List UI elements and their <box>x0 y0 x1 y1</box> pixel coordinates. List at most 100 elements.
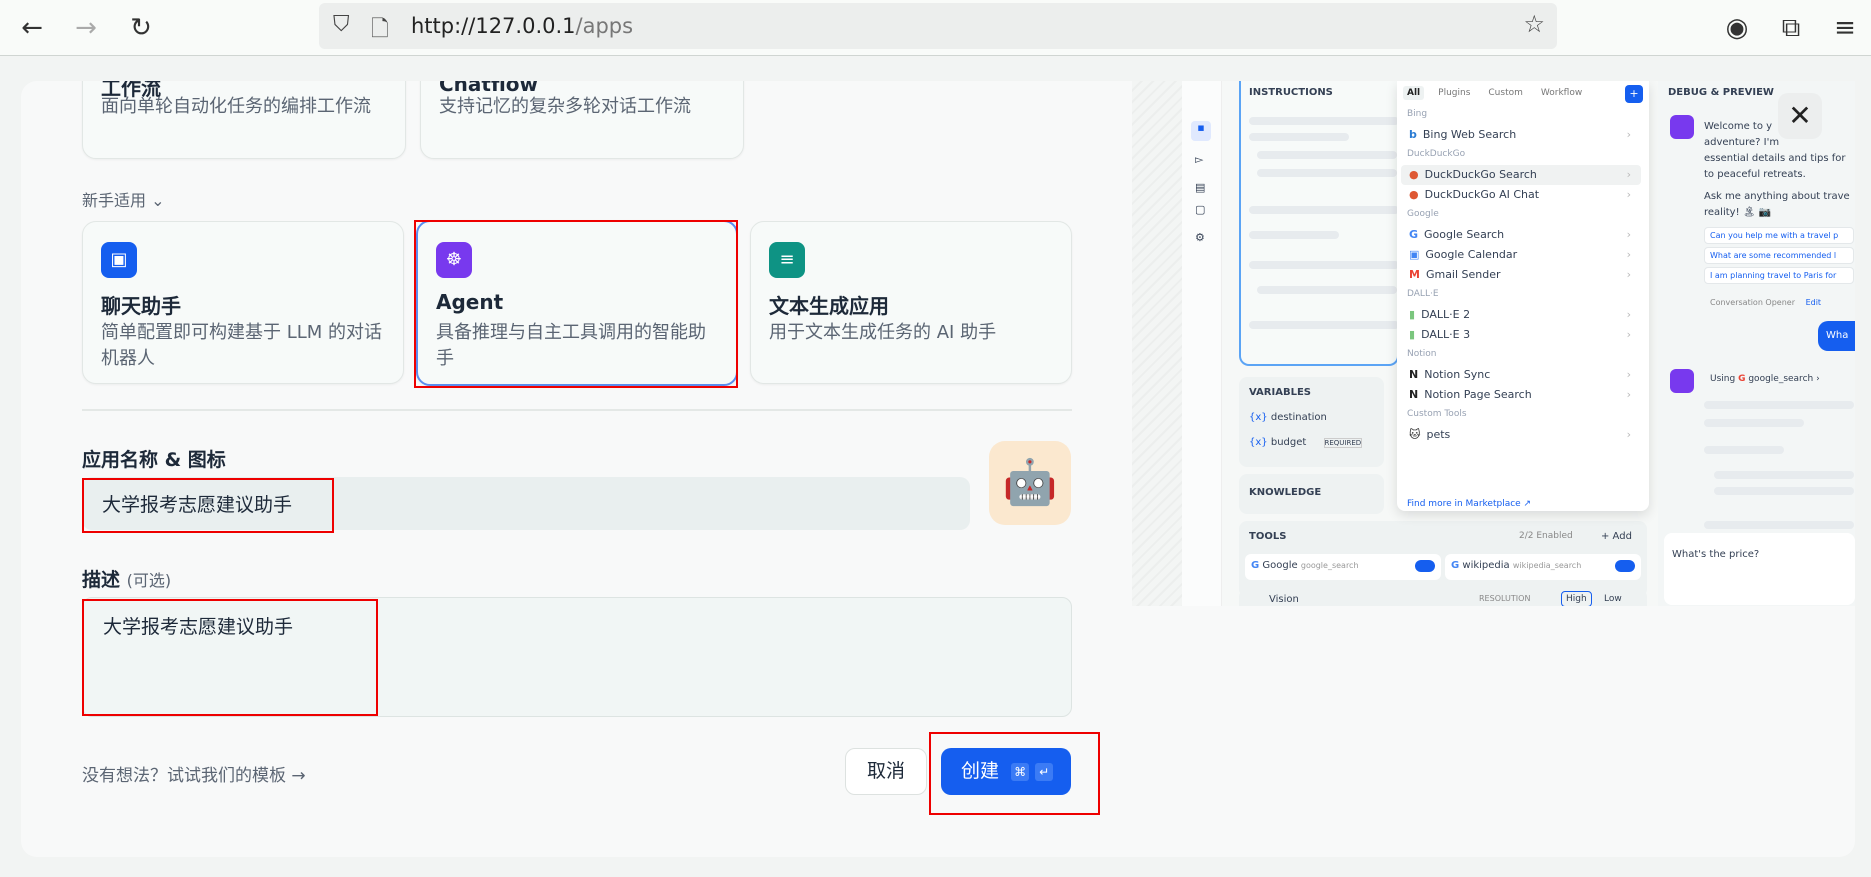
marketplace-link: Find more in Marketplace ↗ <box>1407 499 1532 509</box>
create-label: 创建 <box>961 760 1000 782</box>
tool-name: DALL·E 3 <box>1421 328 1471 341</box>
app-icon-picker[interactable]: 🤖 <box>989 441 1071 525</box>
variable-name: budget <box>1270 437 1307 448</box>
doc-icon: ▤ <box>1195 181 1206 194</box>
debug-title: DEBUG & PREVIEW <box>1668 87 1774 98</box>
star-icon[interactable]: ☆ <box>1523 10 1545 38</box>
cancel-button[interactable]: 取消 <box>845 748 927 795</box>
app-type-card-text-generator[interactable]: ≡ 文本生成应用 用于文本生成任务的 AI 助手 <box>750 221 1072 384</box>
edit-link: Edit <box>1805 298 1822 307</box>
reality-text: reality! 🏝 📷 <box>1704 207 1772 218</box>
welcome-line: Welcome to y <box>1704 121 1773 132</box>
chevron-right-icon: › <box>1626 128 1631 141</box>
url-bar[interactable]: ⛉ 🗋 http://127.0.0.1/apps ☆ <box>319 3 1557 49</box>
tool-name: Google Calendar <box>1425 248 1518 261</box>
tool-icon: M <box>1409 268 1420 281</box>
app-type-card-chatflow[interactable]: Chatflow 支持记忆的复杂多轮对话工作流 <box>420 81 744 159</box>
knowledge-panel: KNOWLEDGE <box>1239 474 1384 514</box>
debug-preview-panel: DEBUG & PREVIEW Welcome to y adventure? I… <box>1658 81 1855 606</box>
tool-icon: ● <box>1409 188 1419 201</box>
resolution-label: RESOLUTION <box>1479 594 1531 603</box>
template-link[interactable]: 没有想法？试试我们的模板 → <box>82 761 306 786</box>
browser-toolbar: ← → ↻ ⛉ 🗋 http://127.0.0.1/apps ☆ ◉ ⧉ ≡ <box>0 0 1871 56</box>
card-desc: 面向单轮自动化任务的编排工作流 <box>101 96 371 117</box>
chevron-right-icon: › <box>1626 188 1631 201</box>
tool-item: N Notion Page Search › <box>1401 385 1641 405</box>
tool-item: ● DuckDuckGo AI Chat › <box>1401 185 1641 205</box>
tool-item: ▮ DALL·E 2 › <box>1401 305 1641 325</box>
app-type-card-workflow[interactable]: 工作流 面向单轮自动化任务的编排工作流 <box>82 81 406 159</box>
welcome-line: essential details and tips for <box>1704 153 1846 164</box>
tool-icon: b <box>1409 128 1417 141</box>
tool-item: ▮ DALL·E 3 › <box>1401 325 1641 345</box>
using-tool: google_search <box>1748 374 1814 384</box>
reload-icon[interactable]: ↻ <box>123 10 159 46</box>
account-icon[interactable]: ◉ <box>1719 10 1755 46</box>
tool-icon: ▮ <box>1409 328 1416 341</box>
tool-group-label: Custom Tools <box>1407 409 1467 419</box>
welcome-message: Welcome to y adventure? I'm essential deta… <box>1704 119 1846 183</box>
card-desc: 支持记忆的复杂多轮对话工作流 <box>439 96 691 117</box>
variables-panel: VARIABLES {x} destination {x} budget REQ… <box>1239 377 1384 467</box>
knowledge-label: KNOWLEDGE <box>1249 487 1322 498</box>
suggestion-chip: Can you help me with a travel p <box>1704 227 1854 244</box>
tools-panel: TOOLS 2/2 Enabled + Add G Google google_… <box>1239 521 1647 597</box>
description-label: 描述 <box>82 569 121 591</box>
app-type-card-chatbot[interactable]: ▣ 聊天助手 简单配置即可构建基于 LLM 的对话机器人 <box>82 221 404 384</box>
vision-panel: Vision RESOLUTION High Low <box>1239 589 1647 606</box>
card-title: Agent <box>436 290 504 314</box>
tool-icon: ▮ <box>1409 308 1416 321</box>
tool-group-label: DALL·E <box>1407 289 1439 299</box>
chevron-right-icon: › <box>1626 248 1631 261</box>
agent-brain-icon: ☸ <box>436 242 472 278</box>
bot-avatar <box>1670 369 1694 393</box>
section-label: 新手适用 <box>82 191 147 210</box>
toggle-on <box>1415 560 1435 572</box>
gear-icon: ⚙ <box>1195 231 1205 244</box>
url-path: /apps <box>575 14 634 38</box>
tool-tab: Workflow <box>1540 88 1583 98</box>
terminal-icon: ▻ <box>1195 153 1204 166</box>
description-textarea[interactable] <box>82 597 1072 717</box>
tool-icon: G <box>1409 228 1419 241</box>
tool-id: wikipedia_search <box>1512 561 1582 570</box>
chat-bot-icon: ▣ <box>101 242 137 278</box>
chevron-down-icon: ⌄ <box>151 191 165 210</box>
tool-tab: Plugins <box>1438 88 1471 98</box>
tool-tab: All <box>1403 86 1425 100</box>
toggle-on <box>1615 560 1635 572</box>
required-badge: REQUIRED <box>1323 438 1363 448</box>
url-text[interactable]: http://127.0.0.1/apps <box>411 14 633 38</box>
menu-icon[interactable]: ≡ <box>1827 10 1863 46</box>
tool-group-label: Notion <box>1407 349 1437 359</box>
cmd-key-icon: ⌘ <box>1011 762 1030 781</box>
back-icon[interactable]: ← <box>14 10 50 46</box>
resolution-low: Low <box>1604 594 1622 604</box>
tool-name: Notion Page Search <box>1424 388 1532 401</box>
tool-name: pets <box>1426 428 1451 441</box>
bot-avatar <box>1670 115 1694 139</box>
tool-item: ● DuckDuckGo Search › <box>1401 165 1641 185</box>
divider <box>82 409 1072 411</box>
card-title: 聊天助手 <box>101 294 181 318</box>
close-icon[interactable]: ✕ <box>1778 93 1822 139</box>
app-name-input[interactable] <box>82 477 970 530</box>
url-host: http://127.0.0.1 <box>411 14 576 38</box>
tool-item: G wikipedia wikipedia_search <box>1445 554 1641 580</box>
chevron-right-icon: › <box>1626 168 1631 181</box>
page-icon: 🗋 <box>371 17 389 42</box>
extensions-icon[interactable]: ⧉ <box>1773 10 1809 46</box>
using-label: Using <box>1710 374 1736 384</box>
forward-icon[interactable]: → <box>68 10 104 46</box>
chevron-right-icon: › <box>1626 308 1631 321</box>
tool-icon: ▣ <box>1409 248 1420 261</box>
tool-group-label: DuckDuckGo <box>1407 149 1466 159</box>
beginner-section-toggle[interactable]: 新手适用 ⌄ <box>82 187 165 211</box>
instructions-panel: INSTRUCTIONS <box>1239 81 1399 366</box>
shield-icon[interactable]: ⛉ <box>333 12 350 37</box>
tool-item: 🐱 pets › <box>1401 425 1641 445</box>
create-button[interactable]: 创建 ⌘ ↵ <box>941 748 1071 795</box>
chevron-right-icon: › <box>1626 388 1631 401</box>
app-type-card-agent[interactable]: ☸ Agent 具备推理与自主工具调用的智能助手 <box>416 220 738 386</box>
tool-item: ▣ Google Calendar › <box>1401 245 1641 265</box>
